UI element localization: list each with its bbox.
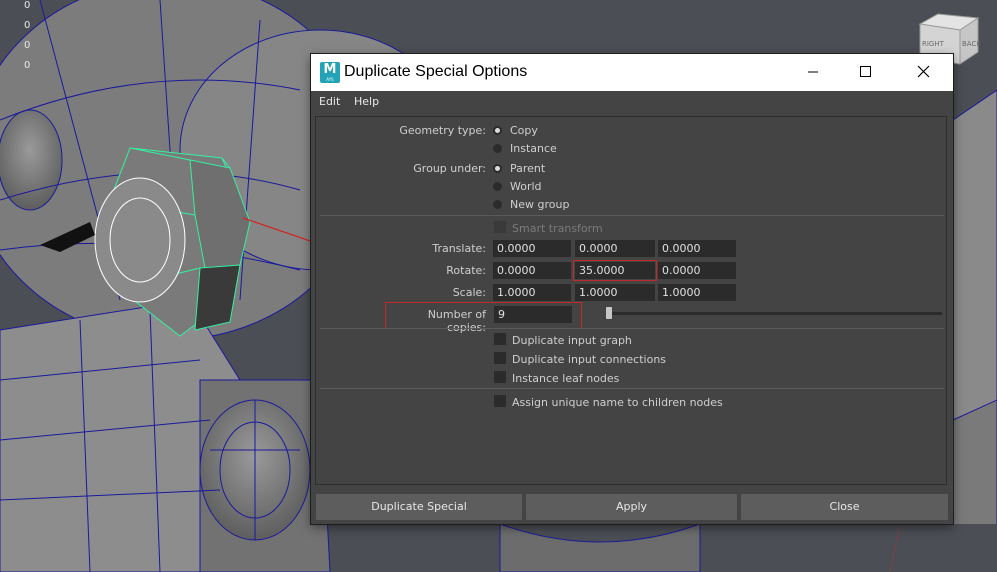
geometry-type-label: Geometry type: [399, 124, 486, 137]
translate-z-field[interactable]: 0.0000 [658, 240, 736, 257]
close-icon [917, 65, 930, 78]
scale-label: Scale: [452, 286, 486, 299]
radio-instance-label[interactable]: Instance [510, 142, 557, 155]
radio-parent[interactable] [493, 164, 502, 173]
duplicate-special-dialog: M AYS Duplicate Special Options Edit Help… [311, 54, 953, 524]
instance-leaf-nodes-label[interactable]: Instance leaf nodes [512, 372, 619, 385]
radio-new-group[interactable] [493, 200, 502, 209]
close-button[interactable]: Close [741, 494, 948, 520]
maya-app-icon: M AYS [320, 62, 340, 83]
separator [320, 388, 944, 389]
button-bar: Duplicate Special Apply Close [315, 494, 949, 520]
dialog-title: Duplicate Special Options [344, 63, 528, 80]
viewcube-back-label: BACK [962, 40, 980, 48]
maximize-icon [860, 66, 871, 77]
minimize-button[interactable] [790, 54, 836, 91]
translate-y-field[interactable]: 0.0000 [575, 240, 655, 257]
rotate-y-highlight [573, 260, 657, 281]
menu-edit[interactable]: Edit [319, 95, 340, 108]
menu-bar: Edit Help [311, 91, 953, 113]
viewcube-right-label: RIGHT [922, 40, 945, 48]
radio-world-label[interactable]: World [510, 180, 542, 193]
scale-x-field[interactable]: 1.0000 [493, 284, 571, 301]
copies-slider-handle[interactable] [606, 307, 612, 319]
assign-unique-name-label[interactable]: Assign unique name to children nodes [512, 396, 723, 409]
smart-transform-label: Smart transform [512, 222, 603, 235]
hud-value: 0 [24, 0, 31, 11]
smart-transform-checkbox[interactable] [494, 221, 506, 233]
apply-button[interactable]: Apply [526, 494, 737, 520]
assign-unique-name-checkbox[interactable] [494, 395, 506, 407]
copies-field[interactable]: 9 [494, 306, 572, 323]
duplicate-input-connections-checkbox[interactable] [494, 352, 506, 364]
translate-label: Translate: [432, 242, 486, 255]
rotate-z-field[interactable]: 0.0000 [658, 262, 736, 279]
radio-copy[interactable] [493, 126, 502, 135]
copies-label: Number of copies: [427, 308, 486, 334]
maximize-button[interactable] [843, 54, 889, 91]
separator [320, 215, 944, 216]
rotate-label: Rotate: [446, 264, 486, 277]
hud-value: 0 [24, 60, 31, 71]
scale-z-field[interactable]: 1.0000 [658, 284, 736, 301]
instance-leaf-nodes-checkbox[interactable] [494, 371, 506, 383]
duplicate-input-graph-label[interactable]: Duplicate input graph [512, 334, 632, 347]
duplicate-special-button[interactable]: Duplicate Special [316, 494, 522, 520]
title-bar[interactable]: M AYS Duplicate Special Options [311, 54, 953, 91]
radio-world[interactable] [493, 182, 502, 191]
rotate-x-field[interactable]: 0.0000 [493, 262, 571, 279]
hud-value: 0 [24, 20, 31, 31]
radio-copy-label[interactable]: Copy [510, 124, 538, 137]
menu-help[interactable]: Help [354, 95, 379, 108]
group-under-label: Group under: [413, 162, 486, 175]
app-icon-letter: M [323, 62, 337, 77]
translate-x-field[interactable]: 0.0000 [493, 240, 571, 257]
duplicate-input-connections-label[interactable]: Duplicate input connections [512, 353, 666, 366]
options-panel: Geometry type: Copy Instance Group under… [315, 116, 947, 485]
radio-parent-label[interactable]: Parent [510, 162, 545, 175]
separator [320, 328, 944, 329]
minimize-icon [808, 71, 818, 73]
app-icon-sub: AYS [326, 77, 334, 82]
close-window-button[interactable] [901, 54, 947, 91]
radio-instance[interactable] [493, 144, 502, 153]
copies-slider-track[interactable] [610, 312, 942, 315]
radio-new-group-label[interactable]: New group [510, 198, 569, 211]
duplicate-input-graph-checkbox[interactable] [494, 333, 506, 345]
hud-value: 0 [24, 40, 31, 51]
scale-y-field[interactable]: 1.0000 [575, 284, 655, 301]
